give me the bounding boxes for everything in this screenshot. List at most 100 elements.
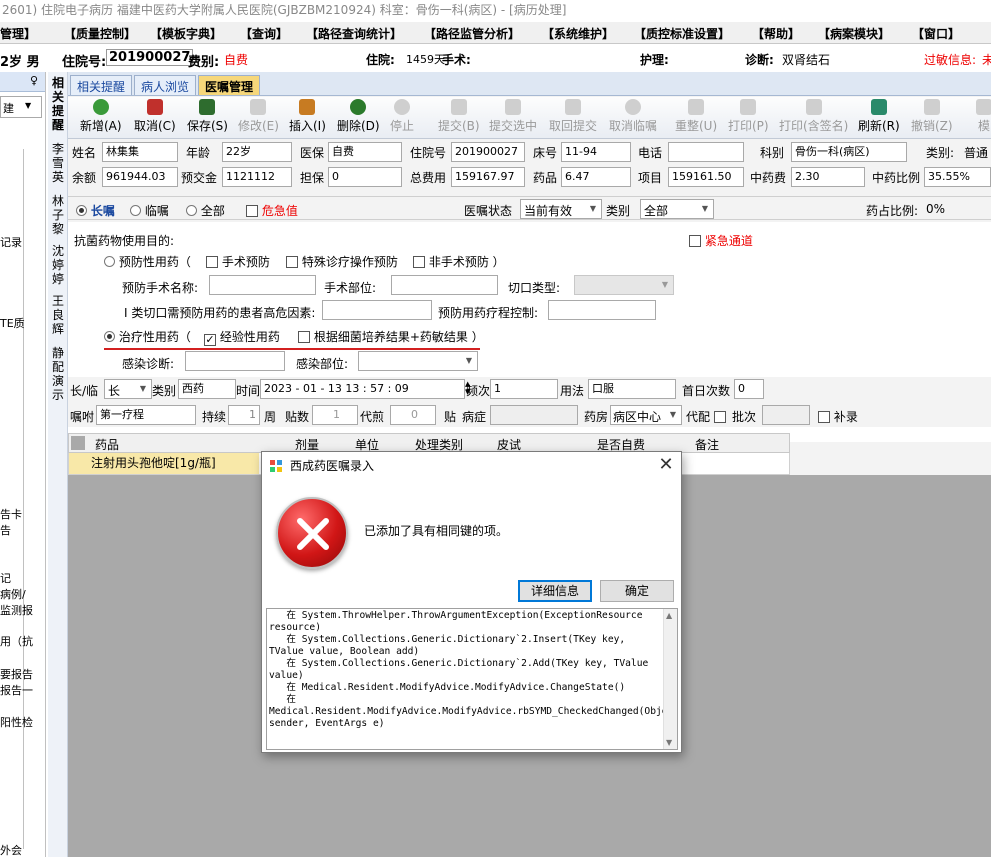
submit-button[interactable]: 提交(B) — [438, 99, 480, 134]
tcm-ratio-field[interactable]: 35.55% — [924, 167, 991, 187]
patient-entry[interactable]: 王良辉 — [51, 294, 65, 336]
duration-field[interactable]: 1 — [228, 405, 260, 425]
batch-field[interactable] — [762, 405, 810, 425]
refresh-button[interactable]: 刷新(R) — [858, 99, 900, 134]
left-panel-item[interactable]: 告卡 — [0, 506, 22, 522]
menu-item[interactable]: 管理】 — [0, 25, 36, 42]
total-field[interactable]: 159167.97 — [451, 167, 525, 187]
menu-item[interactable]: 【质量控制】 — [64, 25, 136, 42]
left-panel-item[interactable]: TE质 — [0, 315, 25, 331]
reorganize-button[interactable]: 重整(U) — [675, 99, 717, 134]
deposit-field[interactable]: 1121112 — [222, 167, 292, 187]
tcm-fee-field[interactable]: 2.30 — [791, 167, 865, 187]
pharmacy-dropdown[interactable]: 病区中心 ▼ — [610, 405, 682, 425]
patient-entry[interactable]: 沈婷婷 — [51, 244, 65, 286]
prevent-course-field[interactable] — [548, 300, 656, 320]
left-panel-item[interactable]: 报告一 — [0, 682, 33, 698]
daijian-field[interactable]: 0 — [390, 405, 436, 425]
error-details[interactable]: 在 System.ThrowHelper.ThrowArgumentExcept… — [266, 608, 678, 750]
stop-button[interactable]: 停止 — [390, 99, 414, 134]
left-panel-item[interactable]: 外会 — [0, 842, 22, 857]
emergency-checkbox[interactable]: 紧急通道 — [689, 232, 753, 249]
menu-item[interactable]: 【质控标准设置】 — [634, 25, 730, 42]
dept-field[interactable]: 骨伤一科(病区) — [791, 142, 907, 162]
close-icon[interactable]: ✕ — [656, 454, 676, 476]
drug-cell[interactable]: 注射用头孢他啶[1g/瓶] — [69, 453, 259, 474]
menu-item[interactable]: 【帮助】 — [752, 25, 800, 42]
patient-entry[interactable]: 静配演示 — [51, 346, 65, 402]
menu-item[interactable]: 【系统维护】 — [542, 25, 614, 42]
usage-field[interactable]: 口服 — [588, 379, 676, 399]
temporary-radio[interactable]: 临嘱 — [130, 202, 169, 219]
add-button[interactable]: 新增(A) — [80, 99, 122, 134]
special-procedure-checkbox[interactable]: 特殊诊疗操作预防 — [286, 253, 398, 270]
related-reminder-tab[interactable]: 相关提醒 — [51, 76, 65, 132]
grid-column-header[interactable]: 备注 — [695, 436, 719, 453]
status-dropdown[interactable]: 当前有效 ▼ — [520, 199, 602, 219]
patient-entry[interactable]: 林子黎 — [51, 194, 65, 236]
cancel-button[interactable]: 取消(C) — [134, 99, 176, 134]
time-field[interactable]: 2023 - 01 - 13 13 : 57 : 09 — [260, 379, 465, 399]
revoke-button[interactable]: 撤销(Z) — [911, 99, 953, 134]
left-panel-item[interactable]: 监测报 — [0, 602, 33, 618]
details-button[interactable]: 详细信息 — [518, 580, 592, 602]
left-panel-item[interactable]: 用（抗 — [0, 633, 33, 649]
critical-checkbox[interactable]: 危急值 — [246, 202, 298, 219]
left-panel-item[interactable]: 要报告 — [0, 666, 33, 682]
details-scrollbar[interactable]: ▲ ▼ — [663, 609, 677, 749]
inpatient-no-field[interactable]: 201900027 — [451, 142, 525, 162]
cat-field[interactable]: 西药 — [178, 379, 236, 399]
note-field[interactable]: 第一疗程 — [96, 405, 196, 425]
scroll-up-icon[interactable]: ▲ — [666, 611, 672, 620]
cancel-temp-button[interactable]: 取消临嘱 — [609, 99, 657, 134]
tab-patient-browse[interactable]: 病人浏览 — [134, 75, 197, 95]
insurance-field[interactable]: 自费 — [328, 142, 402, 162]
class1-risk-field[interactable] — [322, 300, 432, 320]
template-button[interactable]: 模 — [976, 99, 991, 134]
prophylactic-radio[interactable]: 预防性用药（ — [104, 253, 191, 270]
freq-field[interactable]: 1 — [490, 379, 558, 399]
left-panel-item[interactable]: 告 — [0, 522, 11, 538]
empirical-checkbox[interactable]: ✓ 经验性用药 — [204, 328, 280, 346]
save-button[interactable]: 保存(S) — [187, 99, 228, 134]
menu-item[interactable]: 【模板字典】 — [150, 25, 222, 42]
left-panel-combo[interactable]: 建 ▼ — [0, 96, 42, 118]
inpatient-number[interactable]: 201900027 — [106, 49, 194, 66]
menu-item[interactable]: 【查询】 — [240, 25, 288, 42]
left-panel-item[interactable]: 病例/ — [0, 586, 26, 602]
menu-item[interactable]: 【路径监管分析】 — [424, 25, 520, 42]
menu-item[interactable]: 【病案模块】 — [818, 25, 890, 42]
print-button[interactable]: 打印(P) — [728, 99, 769, 134]
item-field[interactable]: 159161.50 — [668, 167, 744, 187]
surgical-prevention-checkbox[interactable]: 手术预防 — [206, 253, 270, 270]
surgery-site-field[interactable] — [391, 275, 498, 295]
insert-button[interactable]: 插入(I) — [289, 99, 326, 134]
pin-icon[interactable]: ♀ — [30, 74, 38, 87]
long-term-radio[interactable]: 长嘱 — [76, 202, 115, 219]
phone-field[interactable] — [668, 142, 744, 162]
lt-dropdown[interactable]: 长 ▼ — [104, 379, 152, 399]
daipei-checkbox[interactable]: 代配 — [686, 408, 726, 425]
therapeutic-radio[interactable]: 治疗性用药（ — [104, 328, 191, 345]
delete-button[interactable]: 删除(D) — [337, 99, 380, 134]
grid-column-header[interactable]: 药品 — [95, 436, 119, 453]
edit-button[interactable]: 修改(E) — [238, 99, 279, 134]
type-dropdown[interactable]: 全部 ▼ — [640, 199, 714, 219]
name-field[interactable]: 林集集 — [102, 142, 178, 162]
infection-diag-field[interactable] — [185, 351, 285, 371]
drug-field[interactable]: 6.47 — [561, 167, 631, 187]
balance-field[interactable]: 961944.03 — [102, 167, 178, 187]
bed-field[interactable]: 11-94 — [561, 142, 631, 162]
tab-related-reminder[interactable]: 相关提醒 — [70, 75, 133, 95]
guarantee-field[interactable]: 0 — [328, 167, 402, 187]
supplement-checkbox[interactable]: 补录 — [818, 408, 858, 425]
non-surgical-checkbox[interactable]: 非手术预防 ） — [413, 253, 505, 270]
disease-field[interactable] — [490, 405, 578, 425]
tab-order-management[interactable]: 医嘱管理 — [198, 75, 261, 95]
first-day-field[interactable]: 0 — [734, 379, 764, 399]
print-sign-button[interactable]: 打印(含签名) — [779, 99, 848, 134]
left-panel-item[interactable]: 记录 — [0, 234, 22, 250]
all-radio[interactable]: 全部 — [186, 202, 225, 219]
infection-site-dropdown[interactable]: ▼ — [358, 351, 478, 371]
left-panel-item[interactable]: 记 — [0, 570, 11, 586]
